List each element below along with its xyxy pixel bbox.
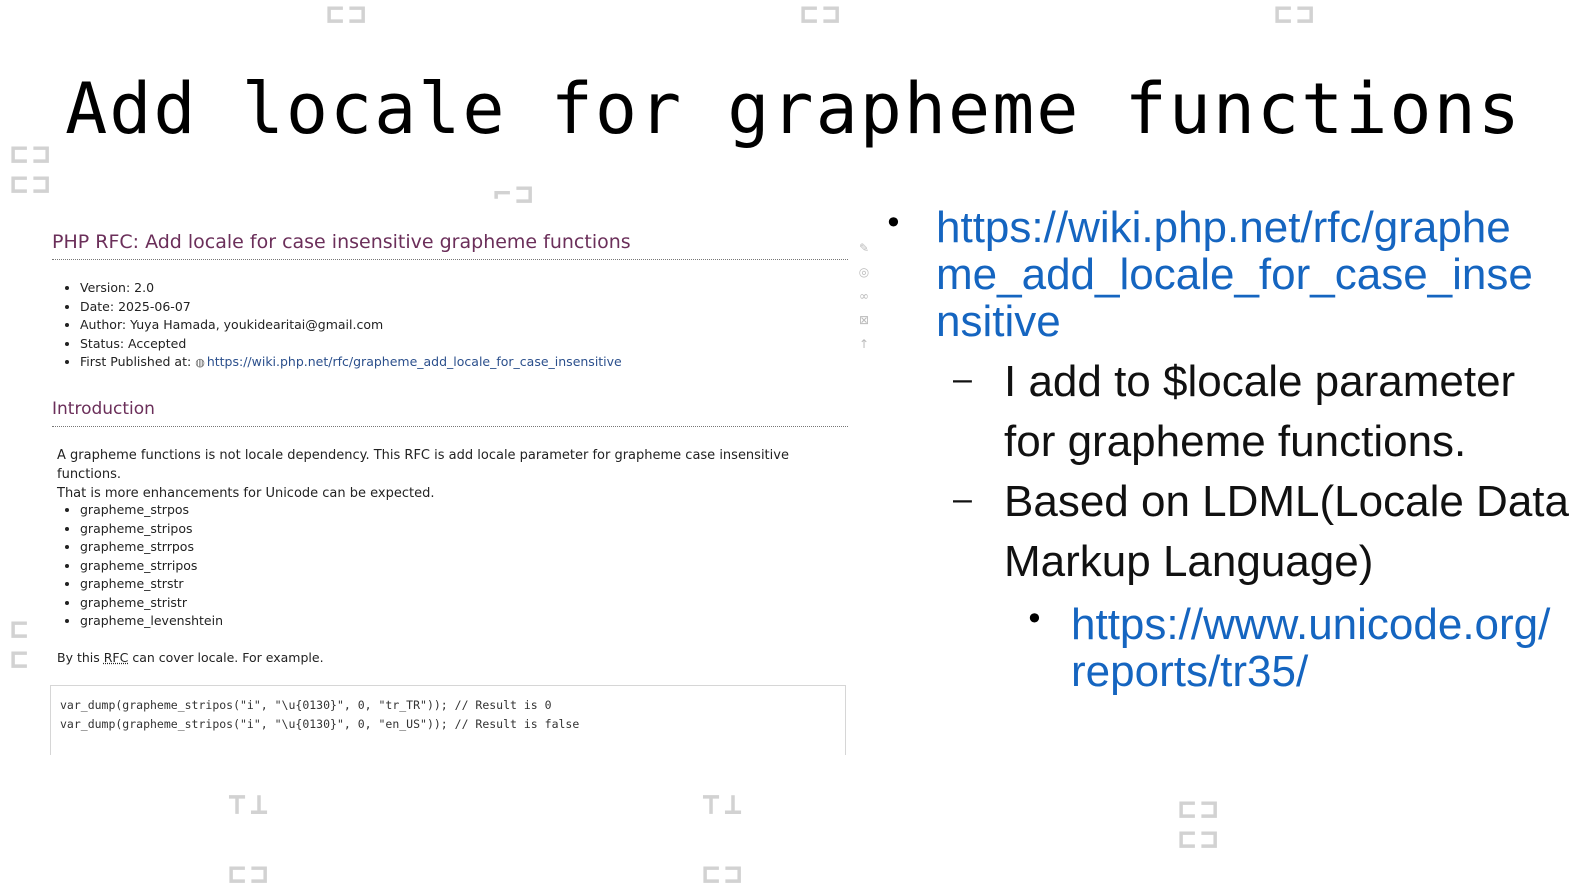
list-item: grapheme_levenshtein [80, 612, 223, 631]
link-icon[interactable]: ∞ [857, 284, 871, 308]
decoration: ⊏⊐ [228, 857, 273, 892]
dash-icon: – [953, 360, 972, 398]
decoration: ⊏ ⊏ [10, 612, 33, 677]
decoration: ⊏⊐ [800, 0, 845, 32]
meta-item: Status: Accepted [80, 335, 622, 354]
sub-bullet-ldml: Based on LDML(Locale Data Markup Languag… [1004, 477, 1569, 586]
list-item: grapheme_stristr [80, 594, 223, 613]
introduction-heading: Introduction [52, 399, 848, 427]
first-published-link[interactable]: https://wiki.php.net/rfc/grapheme_add_lo… [207, 354, 622, 369]
decoration: ⊏⊐ ⊏⊐ [1178, 792, 1223, 857]
rfc-abbr: RFC [103, 650, 129, 665]
decoration: ⊏⊐ [1274, 0, 1319, 32]
rfc-heading: PHP RFC: Add locale for case insensitive… [52, 231, 848, 260]
code-block: var_dump(grapheme_stripos("i", "\u{0130}… [50, 685, 846, 755]
bullet-icon: • [884, 204, 903, 242]
bullet-icon: • [1025, 600, 1044, 638]
globe-icon: ◍ [195, 356, 205, 369]
dash-icon: – [953, 480, 972, 518]
export-icon[interactable]: ⊠ [857, 308, 871, 332]
list-item: grapheme_strpos [80, 501, 223, 520]
unicode-tr35-link[interactable]: https://www.unicode.org/reports/tr35/ [1071, 601, 1551, 695]
decoration: ⊏⊐ [702, 857, 747, 892]
function-list: grapheme_strpos grapheme_stripos graphem… [52, 501, 223, 631]
list-item: grapheme_strrpos [80, 538, 223, 557]
code-line: var_dump(grapheme_stripos("i", "\u{0130}… [60, 716, 580, 731]
decoration: ⊤⊥ [702, 787, 747, 822]
slide-title: Add locale for grapheme functions [65, 68, 1522, 150]
meta-item: Date: 2025-06-07 [80, 298, 622, 317]
list-item: grapheme_stripos [80, 520, 223, 539]
meta-item: Version: 2.0 [80, 279, 622, 298]
rfc-screenshot: PHP RFC: Add locale for case insensitive… [40, 215, 878, 755]
top-icon[interactable]: ↑ [857, 332, 871, 356]
meta-item: First Published at: ◍https://wiki.php.ne… [80, 353, 622, 373]
meta-item: Author: Yuya Hamada, youkidearitai@gmail… [80, 316, 622, 335]
history-icon[interactable]: ◎ [857, 260, 871, 284]
example-text: By this RFC can cover locale. For exampl… [57, 650, 324, 665]
decoration: ⊏⊐ [326, 0, 371, 32]
page-tools: ✎ ◎ ∞ ⊠ ↑ [857, 236, 871, 356]
decoration: ⊤⊥ [228, 787, 273, 822]
sub-bullet-locale: I add to $locale parameter for grapheme … [1004, 357, 1516, 466]
rfc-wiki-link[interactable]: https://wiki.php.net/rfc/grapheme_add_lo… [936, 204, 1546, 345]
introduction-text: A grapheme functions is not locale depen… [57, 448, 789, 501]
list-item: grapheme_strripos [80, 557, 223, 576]
decoration: ⌐⊐ [493, 177, 538, 212]
edit-icon[interactable]: ✎ [857, 236, 871, 260]
list-item: grapheme_strstr [80, 575, 223, 594]
code-line: var_dump(grapheme_stripos("i", "\u{0130}… [60, 698, 552, 712]
rfc-meta-list: Version: 2.0 Date: 2025-06-07 Author: Yu… [52, 279, 622, 373]
